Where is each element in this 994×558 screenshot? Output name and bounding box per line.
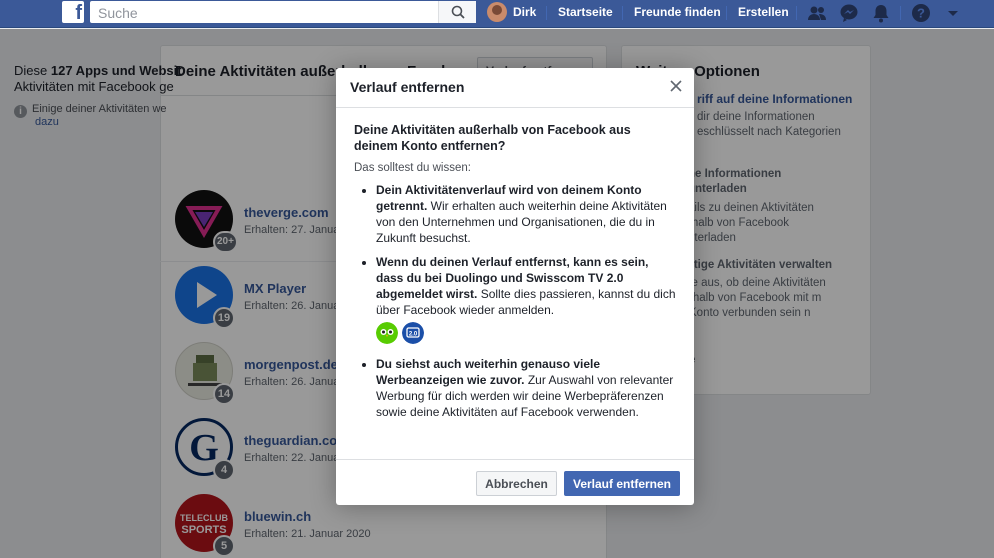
friend-requests-icon[interactable] <box>806 2 828 24</box>
info-points-list: Dein Aktivitätenverlauf wird von deinem … <box>354 182 676 420</box>
dialog-know-label: Das solltest du wissen: <box>354 162 471 174</box>
affected-apps: 2.0 <box>376 322 676 344</box>
search-button[interactable] <box>438 1 476 23</box>
list-item: Dein Aktivitätenverlauf wird von deinem … <box>376 182 676 246</box>
nav-divider <box>796 6 797 20</box>
dialog-body: Deine Aktivitäten außerhalb von Facebook… <box>354 122 676 428</box>
dialog-title: Verlauf entfernen <box>350 79 465 95</box>
list-item: Du siehst auch weiterhin genauso viele W… <box>376 356 676 420</box>
nav-find-friends-link[interactable]: Freunde finden <box>634 5 721 19</box>
nav-divider <box>726 6 727 20</box>
remove-history-dialog: Verlauf entfernen Deine Aktivitäten auße… <box>336 68 694 505</box>
svg-text:?: ? <box>917 6 925 21</box>
search-input[interactable]: Suche <box>98 5 138 21</box>
messenger-icon[interactable] <box>838 2 860 24</box>
search-icon <box>451 5 465 19</box>
notifications-bell-icon[interactable] <box>870 2 892 24</box>
nav-divider <box>900 6 901 20</box>
facebook-logo-icon[interactable]: f <box>62 1 84 24</box>
swisscom-tv-icon: 2.0 <box>402 322 424 344</box>
remove-history-button[interactable]: Verlauf entfernen <box>564 471 680 496</box>
dialog-header: Verlauf entfernen <box>336 68 694 108</box>
dialog-question: Deine Aktivitäten außerhalb von Facebook… <box>354 123 631 153</box>
search-bar[interactable]: Suche <box>90 1 476 23</box>
nav-home-link[interactable]: Startseite <box>558 5 613 19</box>
avatar <box>487 2 507 22</box>
dialog-footer: Abbrechen Verlauf entfernen <box>336 459 694 505</box>
help-icon[interactable]: ? <box>910 2 932 24</box>
nav-create-link[interactable]: Erstellen <box>738 5 789 19</box>
close-icon[interactable] <box>669 79 683 93</box>
list-item: Wenn du deinen Verlauf entfernst, kann e… <box>376 254 676 344</box>
svg-text:2.0: 2.0 <box>409 332 418 338</box>
cancel-button[interactable]: Abbrechen <box>476 471 557 496</box>
account-menu-chevron-down-icon[interactable] <box>942 2 964 24</box>
nav-divider <box>622 6 623 20</box>
duolingo-icon <box>376 322 398 344</box>
nav-divider <box>546 6 547 20</box>
profile-name: Dirk <box>513 5 537 19</box>
top-navigation-bar: f Suche Dirk Startseite Freunde finden E… <box>0 0 994 28</box>
